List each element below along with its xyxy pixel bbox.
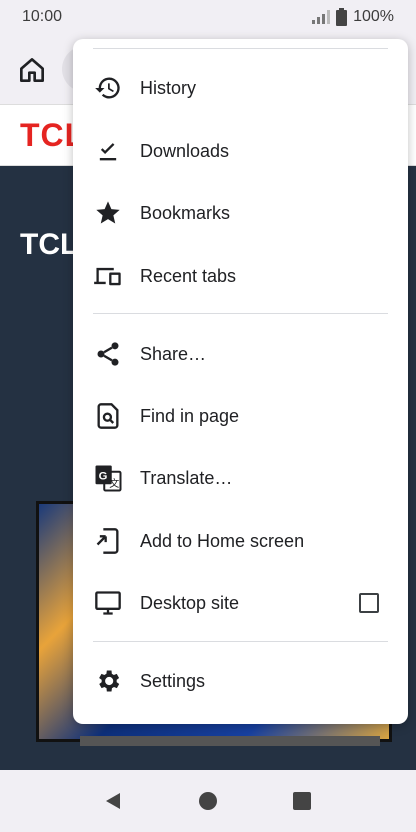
menu-label-desktop-site: Desktop site xyxy=(140,592,240,613)
menu-divider xyxy=(93,641,388,642)
status-time: 10:00 xyxy=(22,8,63,25)
share-icon xyxy=(93,339,123,369)
menu-item-translate[interactable]: G文 Translate… xyxy=(73,449,408,507)
menu-label-downloads: Downloads xyxy=(140,140,230,161)
battery-icon xyxy=(336,8,348,26)
svg-text:文: 文 xyxy=(109,477,119,490)
menu-label-history: History xyxy=(140,77,197,98)
recents-icon xyxy=(293,792,311,810)
home-nav-button[interactable] xyxy=(196,789,220,813)
menu-label-share: Share… xyxy=(140,343,207,364)
back-icon xyxy=(106,793,120,809)
battery-level: 100% xyxy=(353,8,394,25)
hero-title: TCL xyxy=(20,228,79,261)
menu-item-share[interactable]: Share… xyxy=(73,325,408,383)
status-icons: 100% xyxy=(312,8,394,26)
menu-item-bookmarks[interactable]: Bookmarks xyxy=(73,184,408,242)
svg-text:G: G xyxy=(99,470,108,482)
overflow-menu: History Downloads Bookmarks Recent tabs … xyxy=(73,39,408,724)
menu-item-recent-tabs[interactable]: Recent tabs xyxy=(73,247,408,305)
devices-icon xyxy=(93,261,123,291)
desktop-site-checkbox[interactable] xyxy=(359,593,379,613)
menu-item-add-to-home[interactable]: Add to Home screen xyxy=(73,512,408,570)
signal-icon xyxy=(312,10,331,24)
find-in-page-icon xyxy=(93,401,123,431)
add-to-home-icon xyxy=(93,526,123,556)
menu-item-settings[interactable]: Settings xyxy=(73,652,408,710)
status-bar: 10:00 100% xyxy=(0,0,416,34)
menu-top-divider xyxy=(93,48,388,49)
menu-label-recent-tabs: Recent tabs xyxy=(140,265,237,286)
desktop-icon xyxy=(93,588,123,618)
menu-item-find-in-page[interactable]: Find in page xyxy=(73,387,408,445)
recents-button[interactable] xyxy=(290,789,314,813)
home-icon xyxy=(20,58,44,82)
menu-item-history[interactable]: History xyxy=(73,59,408,117)
star-icon xyxy=(93,198,123,228)
history-icon xyxy=(93,73,123,103)
home-circle-icon xyxy=(199,792,217,810)
navigation-bar xyxy=(0,770,416,832)
download-done-icon xyxy=(93,136,123,166)
menu-item-desktop-site[interactable]: Desktop site xyxy=(73,574,408,632)
menu-item-downloads[interactable]: Downloads xyxy=(73,122,408,180)
back-button[interactable] xyxy=(102,789,126,813)
home-button[interactable] xyxy=(16,54,48,86)
menu-label-settings: Settings xyxy=(140,670,206,691)
menu-label-translate: Translate… xyxy=(140,467,233,488)
menu-divider xyxy=(93,313,388,314)
menu-label-find-in-page: Find in page xyxy=(140,405,240,426)
menu-label-add-to-home: Add to Home screen xyxy=(140,530,305,551)
menu-label-bookmarks: Bookmarks xyxy=(140,202,231,223)
translate-icon: G文 xyxy=(93,463,123,493)
tv-stand xyxy=(80,736,380,746)
gear-icon xyxy=(93,666,123,696)
